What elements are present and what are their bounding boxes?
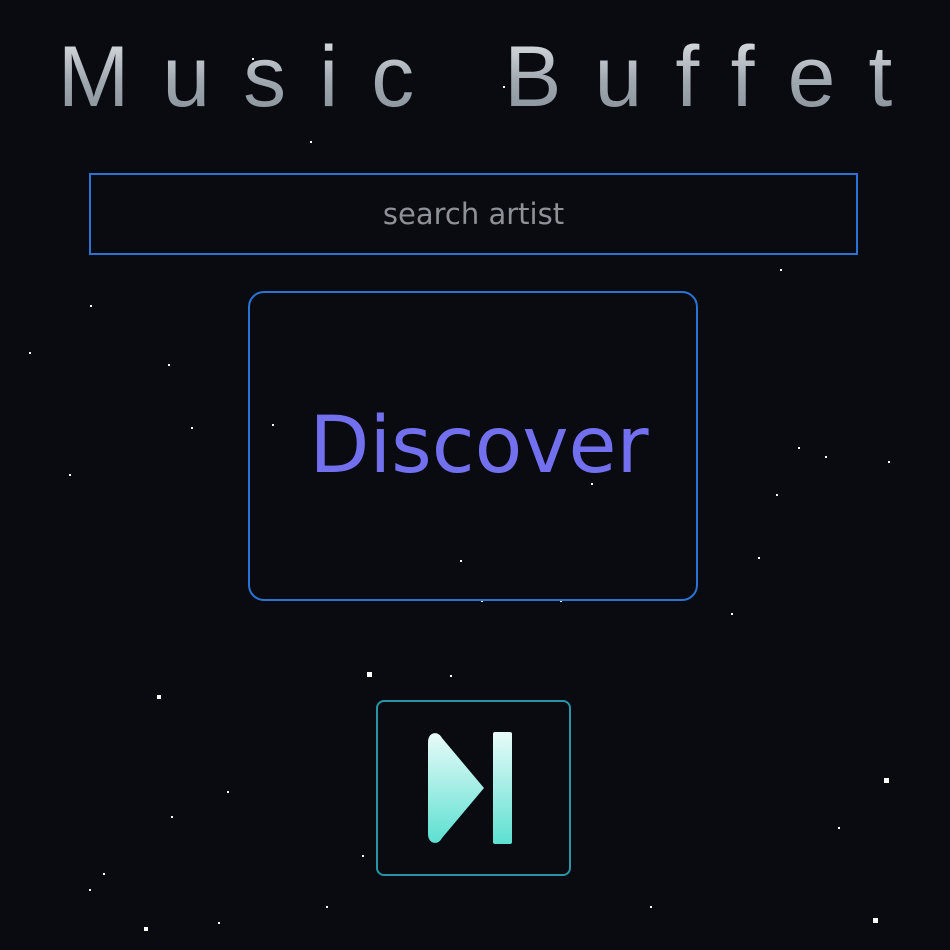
- star: [758, 557, 760, 559]
- star: [873, 918, 878, 923]
- discover-button[interactable]: Discover: [248, 291, 698, 601]
- star: [103, 873, 105, 875]
- star: [227, 791, 229, 793]
- star: [29, 352, 31, 354]
- star: [884, 778, 889, 783]
- star: [825, 456, 827, 458]
- star: [171, 816, 173, 818]
- star: [838, 827, 840, 829]
- star: [326, 906, 328, 908]
- star: [776, 494, 778, 496]
- star: [144, 927, 148, 931]
- discover-label: Discover: [309, 401, 649, 491]
- star: [168, 364, 170, 366]
- search-box: [89, 173, 858, 255]
- star: [157, 695, 161, 699]
- star: [218, 922, 220, 924]
- star: [798, 447, 800, 449]
- search-input[interactable]: [91, 175, 856, 253]
- star: [780, 269, 782, 271]
- next-track-button[interactable]: [376, 700, 571, 876]
- star: [367, 672, 372, 677]
- star: [191, 427, 193, 429]
- star: [888, 461, 890, 463]
- star: [650, 906, 652, 908]
- star: [69, 474, 71, 476]
- star: [450, 675, 452, 677]
- app-title: Music Buffet: [0, 22, 950, 132]
- skip-next-icon: [427, 732, 512, 844]
- star: [310, 141, 312, 143]
- star: [362, 855, 364, 857]
- star: [731, 613, 733, 615]
- star: [90, 305, 92, 307]
- star: [89, 889, 91, 891]
